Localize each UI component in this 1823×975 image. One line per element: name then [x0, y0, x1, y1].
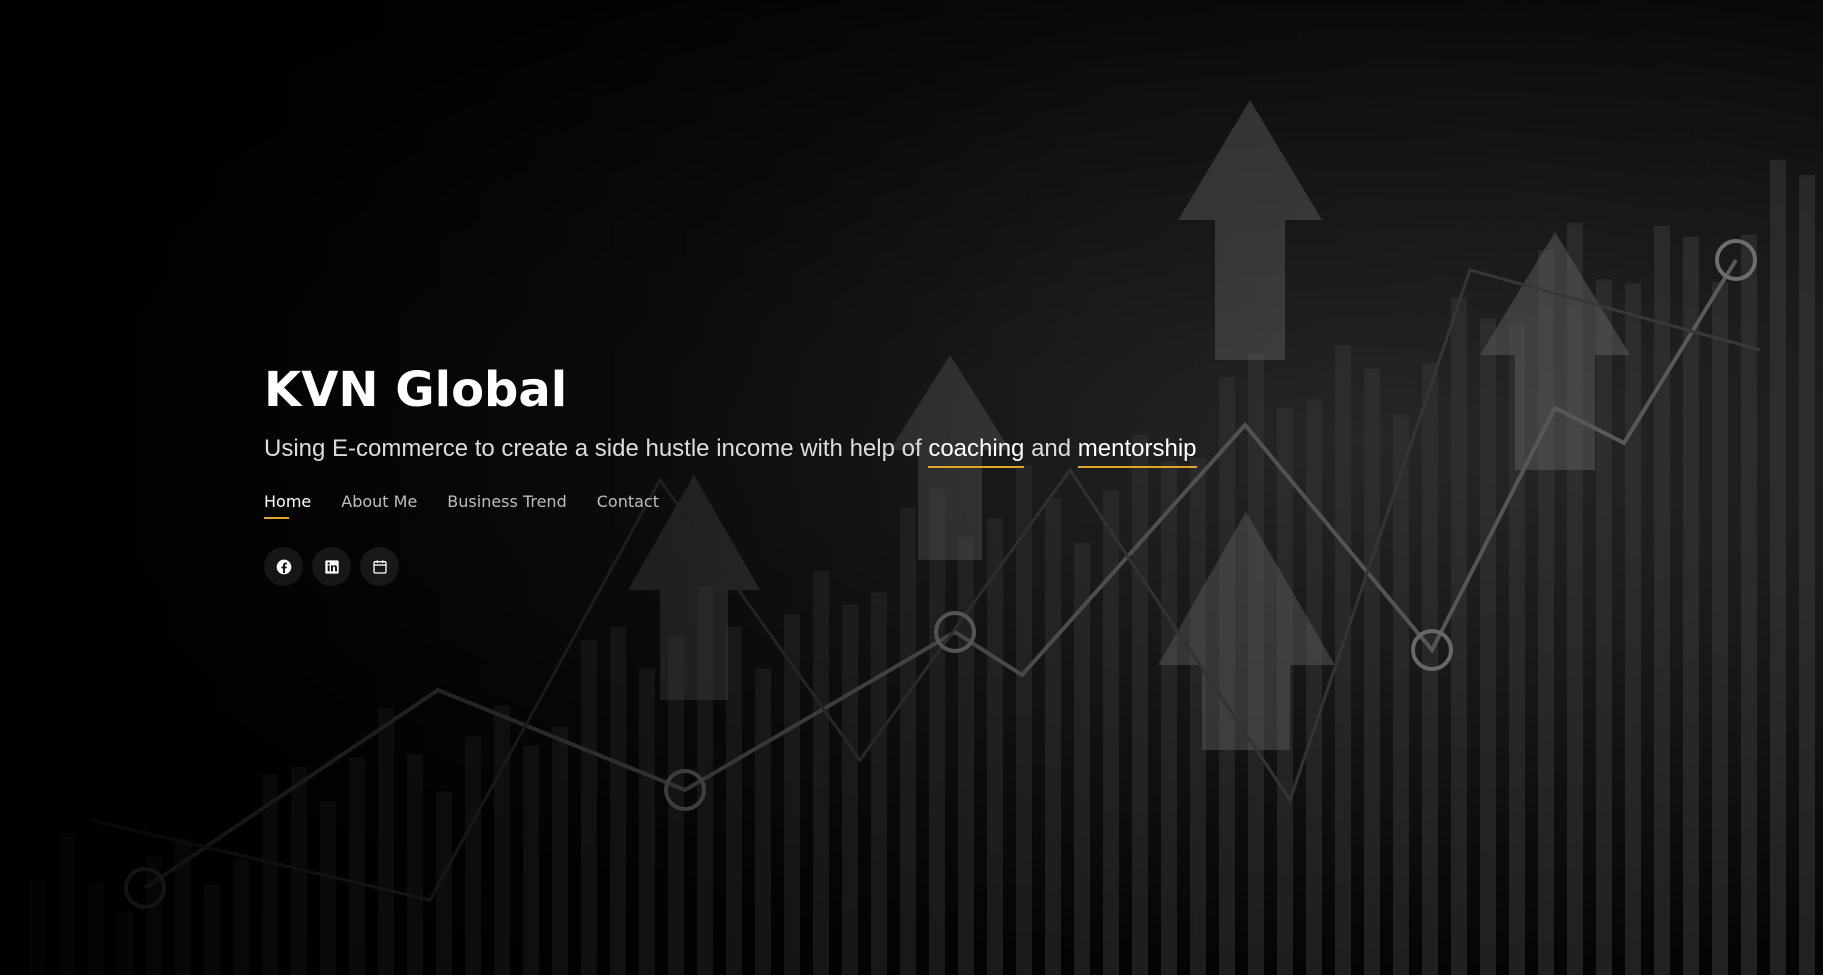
nav-item-contact[interactable]: Contact — [597, 492, 659, 519]
facebook-icon — [276, 559, 291, 574]
typed-word-coaching: coaching — [928, 435, 1025, 468]
linkedin-button[interactable] — [312, 547, 351, 586]
calendar-button[interactable] — [360, 547, 399, 586]
typed-word-mentorship: mentorship — [1077, 435, 1197, 468]
subtitle-connector: and — [1031, 435, 1072, 462]
hero-section: KVN Global Using E-commerce to create a … — [0, 0, 1823, 975]
hero-subtitle: Using E-commerce to create a side hustle… — [264, 432, 1197, 468]
subtitle-prefix: Using E-commerce to create a side hustle… — [264, 435, 922, 462]
nav-item-business-trend[interactable]: Business Trend — [447, 492, 566, 519]
site-title: KVN Global — [264, 362, 568, 418]
nav-item-home[interactable]: Home — [264, 492, 311, 519]
linkedin-icon — [324, 559, 339, 574]
nav-item-about-me[interactable]: About Me — [341, 492, 417, 519]
calendar-icon — [372, 559, 387, 574]
hero-content: KVN Global Using E-commerce to create a … — [264, 360, 1197, 586]
social-links — [264, 547, 1197, 586]
main-nav: Home About Me Business Trend Contact — [264, 492, 1197, 519]
facebook-button[interactable] — [264, 547, 303, 586]
